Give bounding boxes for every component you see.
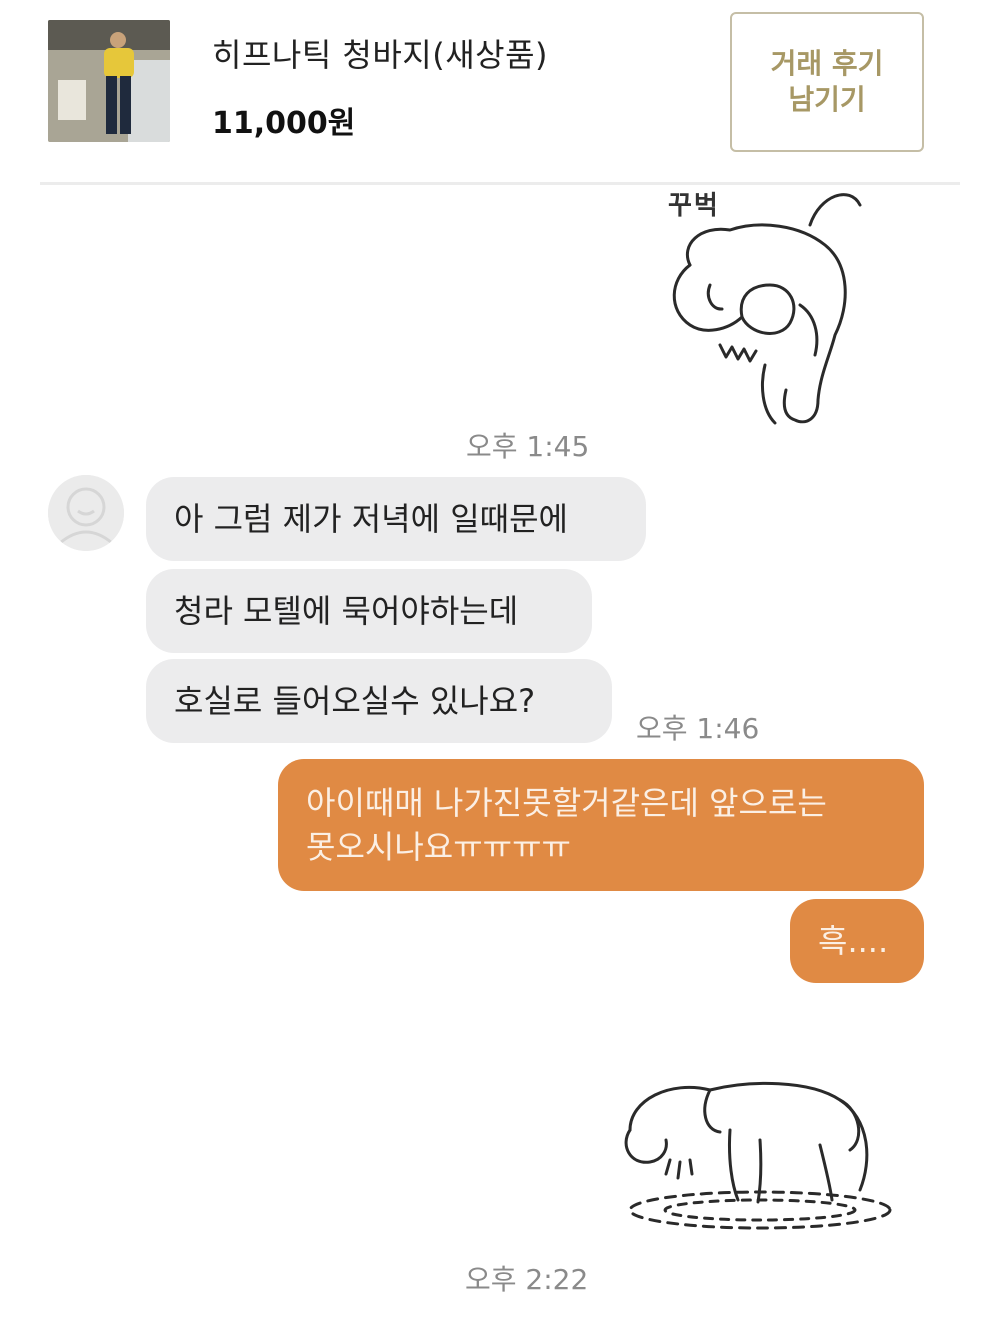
message-timestamp: 오후 1:46: [636, 712, 760, 745]
leave-review-label-line2: 남기기: [788, 83, 866, 116]
bowing-bunny-sticker: [650, 185, 880, 435]
outgoing-message-line: 못오시나요ㅠㅠㅠㅠ: [306, 828, 571, 866]
chat-area: 꾸벅 오후 1:45 아 그럼 제가 저녁에 일때문에 청라 모텔에 묵어야하는…: [0, 185, 1000, 1320]
outgoing-message-line: 아이때매 나가진못할거같은데 앞으로는: [306, 784, 827, 822]
leave-review-button[interactable]: 거래 후기 남기기: [730, 12, 924, 152]
outgoing-message-bubble[interactable]: 흑....: [790, 899, 924, 983]
crying-bunny-sticker: [610, 1070, 910, 1240]
outgoing-message-bubble[interactable]: 아이때매 나가진못할거같은데 앞으로는 못오시나요ㅠㅠㅠㅠ: [278, 759, 924, 891]
incoming-message-bubble[interactable]: 아 그럼 제가 저녁에 일때문에: [146, 477, 646, 561]
leave-review-label-line1: 거래 후기: [770, 46, 884, 80]
product-header: 히프나틱 청바지(새상품) 11,000원 거래 후기 남기기: [0, 0, 1000, 182]
message-timestamp: 오후 1:45: [466, 430, 590, 463]
message-timestamp: 오후 2:22: [465, 1263, 589, 1296]
product-thumbnail[interactable]: [48, 20, 170, 142]
product-title: 히프나틱 청바지(새상품): [212, 36, 549, 74]
incoming-message-bubble[interactable]: 청라 모텔에 묵어야하는데: [146, 569, 592, 653]
incoming-message-bubble[interactable]: 호실로 들어오실수 있나요?: [146, 659, 612, 743]
sender-avatar[interactable]: [48, 475, 124, 551]
product-price: 11,000원: [212, 106, 356, 141]
